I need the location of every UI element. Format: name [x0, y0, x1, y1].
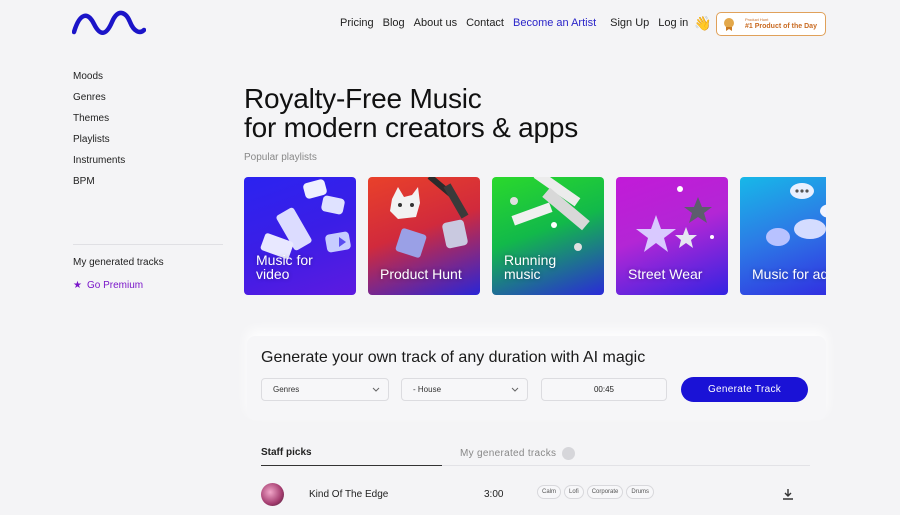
wave-hand-icon[interactable]: 👋 [694, 15, 711, 32]
nav-pricing[interactable]: Pricing [340, 17, 374, 29]
playlist-card-running-music[interactable]: Running music [492, 177, 604, 295]
nav-become-artist[interactable]: Become an Artist [513, 17, 596, 29]
nav-blog[interactable]: Blog [383, 17, 405, 29]
sidebar-item-bpm[interactable]: BPM [73, 175, 225, 196]
playlist-carousel: Music for video Product Hunt Running mus… [244, 177, 826, 295]
tab-staff-picks[interactable]: Staff picks [261, 447, 312, 458]
sidebar-item-genres[interactable]: Genres [73, 91, 225, 112]
playlist-card-product-hunt[interactable]: Product Hunt [368, 177, 480, 295]
sidebar-item-themes[interactable]: Themes [73, 112, 225, 133]
sidebar-item-generated-tracks[interactable]: My generated tracks [73, 257, 164, 268]
playlist-card-street-wear[interactable]: Street Wear [616, 177, 728, 295]
track-name[interactable]: Kind Of The Edge [309, 489, 388, 500]
tag-chip[interactable]: Drums [626, 485, 655, 499]
playlist-card-music-for-ads[interactable]: Music for ads [740, 177, 826, 295]
track-artwork[interactable] [261, 483, 284, 506]
generate-track-button[interactable]: Generate Track [681, 377, 808, 402]
track-duration: 3:00 [484, 489, 504, 500]
chevron-down-icon [372, 387, 380, 392]
popular-playlists-label: Popular playlists [244, 152, 317, 163]
sidebar-item-playlists[interactable]: Playlists [73, 133, 225, 154]
top-nav: Pricing Blog About us Contact Become an … [340, 17, 697, 29]
style-select[interactable]: - House [401, 378, 528, 401]
tag-chip[interactable]: Lofi [564, 485, 584, 499]
sidebar-divider [73, 244, 223, 245]
wave-logo-icon[interactable] [72, 10, 146, 36]
sidebar-item-instruments[interactable]: Instruments [73, 154, 225, 175]
nav-contact[interactable]: Contact [466, 17, 504, 29]
tag-chip[interactable]: Corporate [586, 485, 624, 499]
tab-my-generated-tracks-label: My generated tracks [460, 448, 557, 459]
tag-chip[interactable]: Calm [537, 485, 562, 499]
chevron-down-icon [511, 387, 519, 392]
badge-title: #1 Product of the Day [745, 23, 817, 30]
generator-title: Generate your own track of any duration … [261, 349, 646, 366]
playlist-card-label: Music for video [256, 252, 313, 282]
sidebar: Moods Genres Themes Playlists Instrument… [73, 70, 225, 196]
nav-log-in[interactable]: Log in [658, 17, 688, 29]
go-premium-link[interactable]: ★ Go Premium [73, 280, 143, 291]
track-tags: Calm Lofi Corporate Drums [537, 485, 657, 499]
sidebar-item-moods[interactable]: Moods [73, 70, 225, 91]
page-title-line-2: for modern creators & apps [244, 112, 579, 143]
nav-sign-up[interactable]: Sign Up [610, 17, 649, 29]
style-select-value: - House [413, 385, 442, 394]
go-premium-label: Go Premium [86, 280, 144, 291]
download-icon[interactable] [782, 488, 794, 500]
active-tab-underline [261, 465, 442, 466]
genre-select[interactable]: Genres [261, 378, 389, 401]
playlist-card-label: Street Wear [628, 266, 703, 282]
page-title: Royalty-Free Music for modern creators &… [244, 84, 578, 142]
count-badge [562, 447, 576, 460]
tabs-divider [442, 465, 810, 466]
nav-about[interactable]: About us [414, 17, 457, 29]
product-hunt-badge[interactable]: Product Hunt #1 Product of the Day [716, 12, 826, 36]
duration-input[interactable]: 00:45 [541, 378, 667, 401]
playlist-card-label: Product Hunt [380, 266, 462, 282]
playlist-card-label: Music for ads [752, 266, 826, 282]
page-title-line-1: Royalty-Free Music [244, 83, 482, 114]
playlist-card-music-for-video[interactable]: Music for video [244, 177, 356, 295]
genre-select-value: Genres [273, 385, 300, 394]
playlist-card-label: Running music [504, 252, 557, 282]
star-icon: ★ [73, 280, 82, 291]
badge-subtitle: Product Hunt [745, 17, 769, 22]
tab-my-generated-tracks[interactable]: My generated tracks [460, 447, 576, 460]
medal-icon [723, 17, 735, 31]
